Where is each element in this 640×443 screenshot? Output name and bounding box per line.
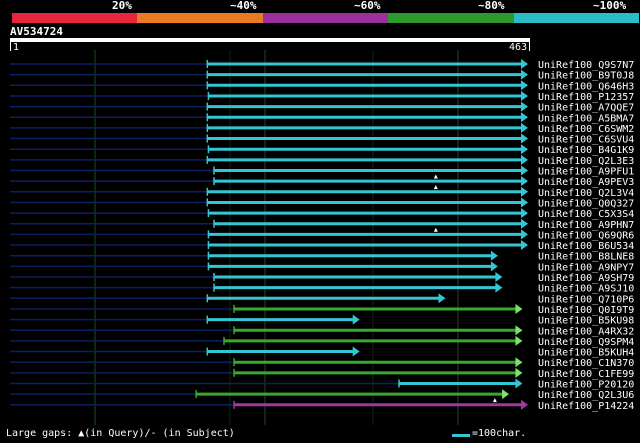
hit-arrow-icon	[352, 314, 360, 325]
hit-arrow-icon	[521, 176, 528, 187]
hit-arrow-icon	[521, 90, 528, 101]
hit-label: UniRef100_B8LNE8	[538, 252, 634, 263]
query-gap-marker-icon	[433, 185, 438, 190]
hit-label: UniRef100_B6U534	[538, 241, 634, 252]
hit-label: UniRef100_Q2L3U6	[538, 390, 634, 401]
hit-arrow-icon	[521, 101, 528, 112]
hit-arrow-icon	[521, 112, 528, 123]
hit-arrow-icon	[521, 154, 528, 165]
hit-label: UniRef100_B5KUH4	[538, 348, 634, 359]
hit-label: UniRef100_A9NPY7	[538, 262, 634, 273]
hit-arrow-icon	[521, 229, 528, 240]
hit-label: UniRef100_C1N370	[538, 358, 634, 369]
query-gap-marker-icon	[433, 227, 438, 232]
scale-legend-label: =100char.	[472, 428, 527, 439]
hit-arrow-icon	[521, 59, 528, 69]
hit-arrow-icon	[352, 346, 360, 357]
hit-label: UniRef100_Q2L3V4	[538, 188, 634, 199]
hit-arrow-icon	[490, 250, 498, 261]
hit-label: UniRef100_Q646H3	[538, 81, 634, 92]
hit-label: UniRef100_Q9S7N7	[538, 60, 634, 71]
hit-label: UniRef100_A9PFU1	[538, 167, 634, 178]
hit-label: UniRef100_A9SH79	[538, 273, 634, 284]
hit-label: UniRef100_Q69QR6	[538, 230, 634, 241]
hit-arrow-icon	[521, 165, 528, 176]
hit-label: UniRef100_Q2L3E3	[538, 156, 634, 167]
hit-arrow-icon	[521, 399, 528, 410]
hit-label: UniRef100_C6SVU4	[538, 135, 634, 146]
hit-arrow-icon	[521, 80, 528, 91]
hit-label: UniRef100_Q0Q327	[538, 198, 634, 209]
hit-label: UniRef100_C6SWM2	[538, 124, 634, 135]
hit-arrow-icon	[515, 378, 523, 389]
hit-label: UniRef100_C1FE99	[538, 369, 634, 380]
hit-label: UniRef100_A7QQE7	[538, 103, 634, 114]
hit-arrow-icon	[515, 325, 523, 336]
hit-arrow-icon	[515, 303, 523, 314]
hit-label: UniRef100_B9T0J8	[538, 71, 634, 82]
hit-label: UniRef100_P12357	[538, 92, 634, 103]
hit-label: UniRef100_B4G1K9	[538, 145, 634, 156]
alignment-hits-panel: UniRef100_Q9S7N7UniRef100_B9T0J8UniRef10…	[10, 50, 634, 425]
query-gap-marker-icon	[492, 398, 497, 403]
hit-label: UniRef100_P20120	[538, 380, 634, 391]
hit-arrow-icon	[495, 272, 503, 282]
hit-label: UniRef100_A9PEV3	[538, 177, 634, 188]
scale-legend-line	[452, 434, 470, 437]
hit-arrow-icon	[521, 240, 528, 251]
hit-arrow-icon	[515, 335, 523, 346]
hit-arrow-icon	[521, 197, 528, 208]
hit-label: UniRef100_Q710P6	[538, 294, 634, 305]
query-gap-marker-icon	[433, 174, 438, 179]
hit-arrow-icon	[521, 218, 528, 229]
hit-label: UniRef100_A5BMA7	[538, 113, 634, 124]
hit-label: UniRef100_A4RX32	[538, 326, 634, 337]
hit-label: UniRef100_B5KU98	[538, 316, 634, 327]
hit-arrow-icon	[490, 261, 498, 272]
hit-arrow-icon	[515, 357, 523, 368]
hit-arrow-icon	[521, 69, 528, 80]
hit-label: UniRef100_Q9SPM4	[538, 337, 634, 348]
hit-label: UniRef100_A9PHN7	[538, 220, 634, 231]
hit-arrow-icon	[521, 133, 528, 144]
hit-arrow-icon	[521, 208, 528, 219]
hit-arrow-icon	[502, 389, 510, 400]
large-gaps-legend: Large gaps: ▲(in Query)/- (in Subject)	[6, 428, 235, 439]
hit-arrow-icon	[521, 144, 528, 155]
hit-label: UniRef100_C5X3S4	[538, 209, 634, 220]
hit-arrow-icon	[521, 122, 528, 133]
hit-arrow-icon	[495, 282, 503, 293]
hit-arrow-icon	[438, 293, 446, 304]
hit-label: UniRef100_Q0I9T9	[538, 305, 634, 316]
hit-label: UniRef100_P14224	[538, 401, 634, 412]
hit-arrow-icon	[515, 367, 523, 378]
hit-arrow-icon	[521, 186, 528, 197]
hit-label: UniRef100_A9SJ10	[538, 284, 634, 295]
